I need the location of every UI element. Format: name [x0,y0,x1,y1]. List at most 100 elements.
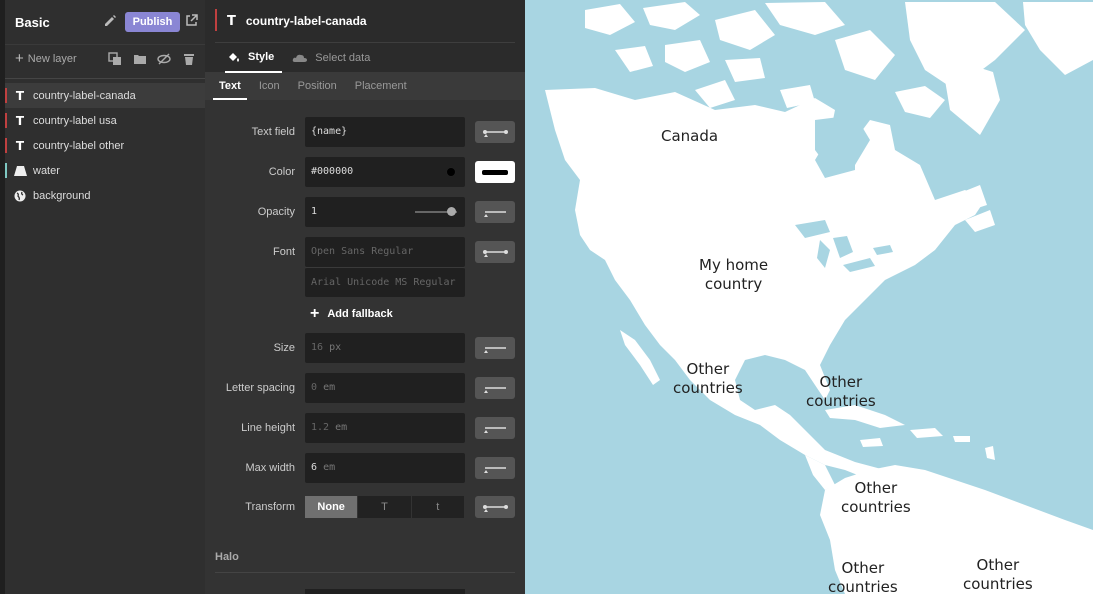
zoom-function-button[interactable] [475,417,515,439]
layer-name: country-label other [33,139,125,152]
zoom-function-button[interactable] [475,377,515,399]
layer-item-country-label-canada[interactable]: T country-label-canada [5,83,205,108]
opacity-input[interactable]: 1 [305,197,465,227]
color-value: #000000 [311,166,354,177]
subtab-placement[interactable]: Placement [349,72,413,100]
letter-spacing-value: 0 [311,382,318,393]
map-label-mexico: Other countries [673,360,743,398]
font-input-primary[interactable]: Open Sans Regular [305,237,465,267]
subtab-icon[interactable]: Icon [253,72,286,100]
line-height-unit: em [335,422,348,433]
layer-editor-header: T country-label-canada [205,0,525,42]
map-label-canada: Canada [661,127,719,145]
pencil-icon[interactable] [103,14,117,28]
transform-none-option[interactable]: None [305,496,359,518]
globe-icon [13,189,27,203]
paint-bucket-icon [229,52,239,62]
layer-item-country-label-other[interactable]: T country-label other [5,133,205,158]
letter-spacing-row: Letter spacing 0 em [205,373,525,403]
font-label: Font [272,246,295,258]
size-unit: px [329,342,342,353]
function-zoom-icon [484,211,506,217]
map-label-line: countries [963,575,1033,593]
color-input[interactable]: #000000 [305,157,465,187]
subtab-position[interactable]: Position [292,72,343,100]
halo-section-title: Halo [215,551,239,563]
layer-color-bar [5,163,7,178]
layer-editor: T country-label-canada Style Select data… [205,0,525,594]
layer-color-bar [5,113,7,128]
map-label-brazil: Other countries [963,556,1033,594]
map-label-peru: Other countries [828,559,898,594]
map-label-line: Other [854,479,898,497]
color-preview-dot [446,167,456,177]
map-view[interactable]: Canada My home country Other countries O… [525,0,1093,594]
duplicate-icon[interactable] [108,52,122,66]
text-layer-icon: T [15,138,25,153]
layer-name: background [33,189,91,202]
new-layer-button[interactable]: + New layer [15,51,77,66]
opacity-label: Opacity [257,206,295,218]
function-toggle-button[interactable] [475,241,515,263]
function-zoom-icon [484,427,506,433]
style-header: Basic Publish [5,0,205,44]
size-input[interactable]: 16 px [305,333,465,363]
font-row: Font Open Sans Regular [205,237,525,267]
transform-lowercase-option[interactable]: t [411,496,465,518]
line-height-label: Line height [241,422,295,434]
function-zoom-icon [484,347,506,353]
tab-style[interactable]: Style [225,43,283,73]
external-link-icon[interactable] [185,14,198,27]
function-zoom-icon [484,387,506,393]
subtab-text[interactable]: Text [213,72,247,100]
trash-icon[interactable] [182,52,196,66]
tab-select-data[interactable]: Select data [290,43,378,73]
layer-title: country-label-canada [245,14,367,28]
map-label-line: Other [841,559,885,577]
color-swatch-button[interactable] [475,161,515,183]
halo-color-input[interactable] [305,589,465,594]
size-row: Size 16 px [205,333,525,363]
hide-icon[interactable] [157,52,171,66]
property-subtabs: Text Icon Position Placement [205,72,525,100]
transform-row: Transform None T t [205,496,525,518]
opacity-value: 1 [311,206,318,217]
text-field-row: Text field {name} [205,117,525,147]
layer-item-background[interactable]: background [5,183,205,208]
function-toggle-button[interactable] [475,496,515,518]
tab-style-label: Style [248,50,275,63]
divider [5,78,205,79]
zoom-function-button[interactable] [475,201,515,223]
layer-toolbar: + New layer [5,44,205,72]
letter-spacing-unit: em [323,382,336,393]
map-label-line: Other [976,556,1020,574]
layer-color-bar [5,88,7,103]
letter-spacing-input[interactable]: 0 em [305,373,465,403]
layer-name: water [33,164,60,177]
layer-item-country-label-usa[interactable]: T country-label usa [5,108,205,133]
map-label-colombia: Other countries [841,479,911,517]
publish-button[interactable]: Publish [125,12,180,32]
max-width-input[interactable]: 6 em [305,453,465,483]
function-toggle-button[interactable] [475,121,515,143]
text-field-input[interactable]: {name} [305,117,465,147]
size-label: Size [273,342,295,354]
transform-uppercase-option[interactable]: T [358,496,412,518]
max-width-row: Max width 6 em [205,453,525,483]
max-width-label: Max width [245,462,295,474]
plus-icon: + [310,305,320,322]
function-zoom-icon [484,467,506,473]
transform-segmented-control: None T t [305,496,465,518]
map-label-line: My home [699,256,769,274]
layer-item-water[interactable]: water [5,158,205,183]
zoom-function-button[interactable] [475,337,515,359]
zoom-function-button[interactable] [475,457,515,479]
add-fallback-button[interactable]: + Add fallback [310,305,393,323]
folder-icon[interactable] [133,52,147,66]
line-height-row: Line height 1.2 em [205,413,525,443]
transform-label: Transform [245,501,295,513]
font-input-fallback[interactable]: Arial Unicode MS Regular [305,267,465,297]
opacity-slider-handle[interactable] [447,207,456,216]
line-height-input[interactable]: 1.2 em [305,413,465,443]
map-label-line: Other [819,373,863,391]
